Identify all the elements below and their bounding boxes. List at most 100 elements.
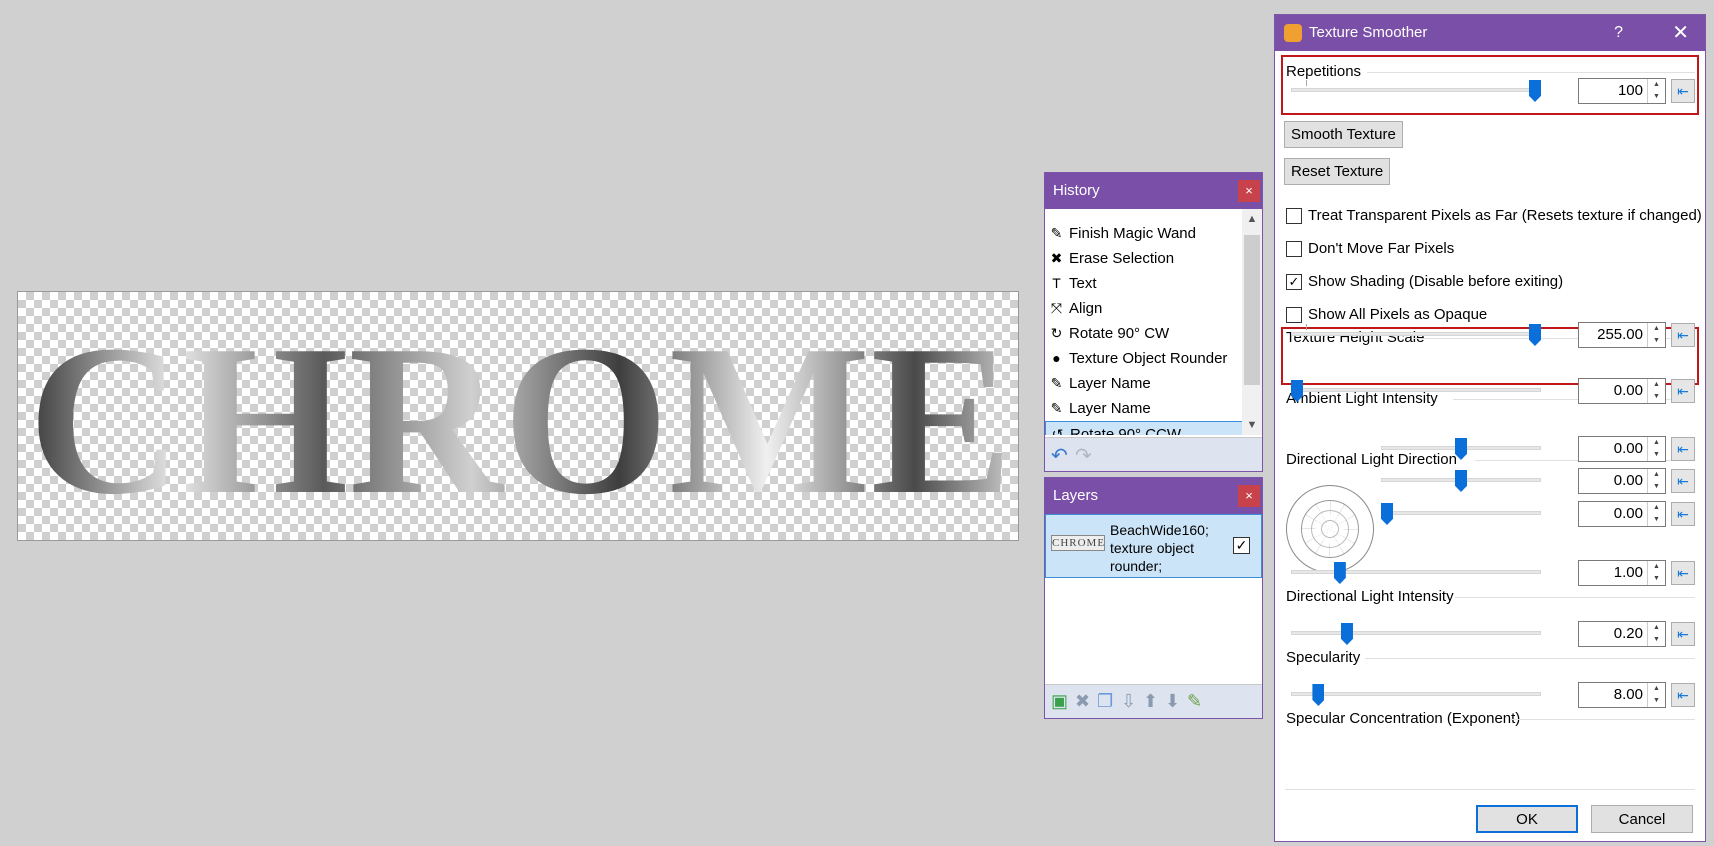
history-item[interactable]: ● Texture Object Rounder	[1045, 346, 1243, 371]
option-checkbox-row[interactable]: ✓ Show Shading (Disable before exiting)	[1286, 273, 1563, 293]
cancel-button[interactable]: Cancel	[1591, 805, 1693, 833]
history-close-button[interactable]: ×	[1238, 180, 1260, 202]
spin-down-icon[interactable]: ▼	[1648, 335, 1665, 347]
value-spinner[interactable]: 8.00 ▲ ▼	[1578, 682, 1666, 708]
light-direction-dial[interactable]	[1286, 485, 1374, 573]
spinner-buttons[interactable]: ▲ ▼	[1647, 79, 1665, 103]
smooth-texture-button[interactable]: Smooth Texture	[1284, 121, 1403, 148]
add-layer-icon[interactable]: ▣	[1051, 691, 1068, 712]
option-checkbox-row[interactable]: Treat Transparent Pixels as Far (Resets …	[1286, 207, 1702, 227]
scroll-thumb[interactable]	[1244, 235, 1260, 385]
spin-up-icon[interactable]: ▲	[1648, 683, 1665, 695]
spin-down-icon[interactable]: ▼	[1648, 91, 1665, 103]
spin-down-icon[interactable]: ▼	[1648, 634, 1665, 646]
history-item[interactable]: ↺ Rotate 90° CCW	[1045, 421, 1243, 435]
slider-thumb[interactable]	[1455, 470, 1467, 492]
reset-value-button[interactable]: ⇤	[1671, 469, 1695, 493]
spin-down-icon[interactable]: ▼	[1648, 573, 1665, 585]
merge-down-icon[interactable]: ⇩	[1121, 691, 1136, 712]
slider-thumb[interactable]	[1333, 562, 1346, 584]
spin-up-icon[interactable]: ▲	[1648, 502, 1665, 514]
scroll-down-arrow-icon[interactable]: ▼	[1242, 415, 1262, 435]
move-up-icon[interactable]: ⬆	[1143, 691, 1158, 712]
spin-down-icon[interactable]: ▼	[1648, 695, 1665, 707]
dialog-title-bar[interactable]: Texture Smoother ? ✕	[1275, 15, 1705, 51]
slider-thumb[interactable]	[1312, 684, 1325, 706]
history-item[interactable]: ✎ Layer Name	[1045, 396, 1243, 421]
spin-down-icon[interactable]: ▼	[1648, 514, 1665, 526]
history-item[interactable]: ✖ Erase Selection	[1045, 246, 1243, 271]
history-item[interactable]: ↻ Rotate 90° CW	[1045, 321, 1243, 346]
spin-up-icon[interactable]: ▲	[1648, 379, 1665, 391]
value-spinner[interactable]: 255.00 ▲ ▼	[1578, 322, 1666, 348]
reset-value-button[interactable]: ⇤	[1671, 323, 1695, 347]
duplicate-layer-icon[interactable]: ❐	[1097, 691, 1113, 712]
slider-track[interactable]	[1291, 631, 1541, 635]
layer-visibility-checkbox[interactable]: ✓	[1233, 537, 1250, 554]
spin-up-icon[interactable]: ▲	[1648, 79, 1665, 91]
history-scrollbar[interactable]: ▲ ▼	[1242, 209, 1262, 435]
spinner-buttons[interactable]: ▲ ▼	[1647, 683, 1665, 707]
help-button[interactable]: ?	[1614, 15, 1623, 51]
delete-layer-icon[interactable]: ✖	[1075, 691, 1090, 712]
scroll-up-arrow-icon[interactable]: ▲	[1242, 209, 1262, 229]
spin-up-icon[interactable]: ▲	[1648, 437, 1665, 449]
value-spinner[interactable]: 0.00 ▲ ▼	[1578, 436, 1666, 462]
slider-track[interactable]	[1291, 570, 1541, 574]
option-checkbox-row[interactable]: Show All Pixels as Opaque	[1286, 306, 1487, 326]
history-item[interactable]: ✎ Finish Magic Wand	[1045, 221, 1243, 246]
option-checkbox-row[interactable]: Don't Move Far Pixels	[1286, 240, 1454, 260]
checkbox[interactable]	[1286, 307, 1302, 323]
layer-row[interactable]: CHROME BeachWide160; texture object roun…	[1045, 514, 1262, 578]
spin-down-icon[interactable]: ▼	[1648, 391, 1665, 403]
history-item[interactable]: ⤧ Align	[1045, 296, 1243, 321]
reset-value-button[interactable]: ⇤	[1671, 379, 1695, 403]
value-spinner[interactable]: 0.00 ▲ ▼	[1578, 378, 1666, 404]
spinner-buttons[interactable]: ▲ ▼	[1647, 323, 1665, 347]
checkbox[interactable]	[1286, 241, 1302, 257]
slider-track[interactable]	[1381, 511, 1541, 515]
reset-value-button[interactable]: ⇤	[1671, 683, 1695, 707]
value-spinner[interactable]: 0.00 ▲ ▼	[1578, 501, 1666, 527]
spin-up-icon[interactable]: ▲	[1648, 561, 1665, 573]
layers-close-button[interactable]: ×	[1238, 485, 1260, 507]
spinner-buttons[interactable]: ▲ ▼	[1647, 622, 1665, 646]
slider-track[interactable]	[1291, 332, 1541, 336]
ok-button[interactable]: OK	[1476, 805, 1578, 833]
image-canvas[interactable]: CHROME	[17, 291, 1019, 541]
spin-down-icon[interactable]: ▼	[1648, 481, 1665, 493]
value-spinner[interactable]: 0.20 ▲ ▼	[1578, 621, 1666, 647]
history-title-bar[interactable]: History ×	[1045, 173, 1262, 209]
undo-icon[interactable]: ↶	[1051, 443, 1068, 468]
spinner-buttons[interactable]: ▲ ▼	[1647, 502, 1665, 526]
spinner-buttons[interactable]: ▲ ▼	[1647, 379, 1665, 403]
checkbox[interactable]	[1286, 208, 1302, 224]
history-list[interactable]: ✎ Finish Magic Wand ✖ Erase Selection T …	[1045, 209, 1243, 435]
history-item-partial[interactable]	[1045, 209, 1243, 221]
layer-properties-icon[interactable]: ✎	[1187, 691, 1202, 712]
value-spinner[interactable]: 1.00 ▲ ▼	[1578, 560, 1666, 586]
slider-track[interactable]	[1291, 692, 1541, 696]
reset-value-button[interactable]: ⇤	[1671, 561, 1695, 585]
slider-track[interactable]	[1291, 388, 1541, 392]
reset-value-button[interactable]: ⇤	[1671, 79, 1695, 103]
dialog-close-button[interactable]: ✕	[1672, 15, 1689, 51]
spin-up-icon[interactable]: ▲	[1648, 323, 1665, 335]
reset-value-button[interactable]: ⇤	[1671, 437, 1695, 461]
spin-up-icon[interactable]: ▲	[1648, 469, 1665, 481]
slider-track[interactable]	[1291, 88, 1541, 92]
reset-value-button[interactable]: ⇤	[1671, 622, 1695, 646]
spinner-buttons[interactable]: ▲ ▼	[1647, 561, 1665, 585]
layers-title-bar[interactable]: Layers ×	[1045, 478, 1262, 514]
value-spinner[interactable]: 100 ▲ ▼	[1578, 78, 1666, 104]
slider-thumb[interactable]	[1381, 503, 1393, 525]
move-down-icon[interactable]: ⬇	[1165, 691, 1180, 712]
spinner-buttons[interactable]: ▲ ▼	[1647, 469, 1665, 493]
spin-up-icon[interactable]: ▲	[1648, 622, 1665, 634]
redo-icon[interactable]: ↷	[1075, 443, 1092, 468]
history-item[interactable]: T Text	[1045, 271, 1243, 296]
slider-thumb[interactable]	[1340, 623, 1353, 645]
checkbox[interactable]: ✓	[1286, 274, 1302, 290]
reset-value-button[interactable]: ⇤	[1671, 502, 1695, 526]
reset-texture-button[interactable]: Reset Texture	[1284, 158, 1391, 185]
